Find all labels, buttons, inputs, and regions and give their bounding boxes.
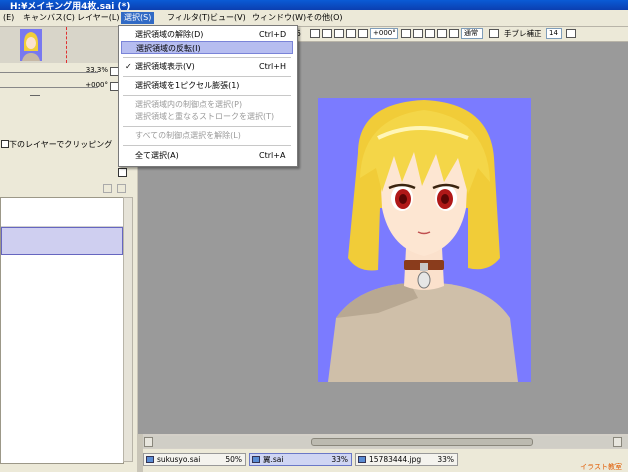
flip-vertical-icon[interactable] (449, 29, 459, 38)
clipping-checkbox[interactable] (1, 140, 9, 148)
menu-view[interactable]: ビュー(V) (207, 12, 249, 24)
horizontal-scrollbar[interactable] (143, 436, 628, 448)
plus-icon[interactable] (334, 29, 344, 38)
menu-window[interactable]: ウィンドウ(W) (249, 12, 309, 24)
rotation-slider[interactable]: +000° (0, 81, 108, 91)
navigator-frame (66, 27, 68, 63)
document-icon (146, 456, 154, 463)
menu-separator (123, 126, 291, 127)
select-menu-dropdown: 選択領域の解除(D) Ctrl+D 選択領域の反転(I) ✓ 選択領域表示(V)… (118, 25, 298, 167)
angle-field[interactable]: +000° (370, 28, 398, 39)
doc-tab[interactable]: 15783444.jpg 33% (355, 453, 458, 466)
doc-tab[interactable]: sukusyo.sai 50% (143, 453, 246, 466)
navigator-thumbnail (20, 29, 42, 61)
artwork (318, 98, 531, 382)
layer-row-selected[interactable] (1, 227, 123, 255)
rotate-right-icon[interactable] (413, 29, 423, 38)
menu-item-invert-selection[interactable]: 選択領域の反転(I) (121, 41, 293, 54)
rotate-left-icon[interactable] (401, 29, 411, 38)
document-icon (252, 456, 260, 463)
document-tab-bar: sukusyo.sai 50% 翼.sai 33% 15783444.jpg 3… (143, 449, 628, 472)
navigator[interactable] (0, 27, 135, 63)
selection-toggle-icon[interactable] (489, 29, 499, 38)
menu-separator (123, 76, 291, 77)
title-bar: H:¥メイキング用4枚.sai (*) (0, 0, 628, 12)
menu-canvas[interactable]: キャンバス(C) (20, 12, 78, 24)
blend-mode-field[interactable]: 通常 (461, 28, 483, 39)
scrollbar-thumb[interactable] (311, 438, 533, 446)
new-layer-icon[interactable] (103, 184, 112, 193)
menu-item-select-all[interactable]: 全て選択(A) Ctrl+A (121, 149, 293, 162)
delete-layer-icon[interactable] (117, 184, 126, 193)
menu-edit[interactable]: (E) (0, 12, 17, 24)
menu-select[interactable]: 選択(S) (121, 12, 155, 24)
menu-item-deselect-control-points[interactable]: すべての制御点選択を解除(L) (121, 129, 293, 142)
menu-item-deselect[interactable]: 選択領域の解除(D) Ctrl+D (121, 28, 293, 41)
menu-separator (123, 95, 291, 96)
flip-icon[interactable] (437, 29, 447, 38)
slider-marker (30, 95, 40, 96)
doc-tab-active[interactable]: 翼.sai 33% (249, 453, 352, 466)
clipping-label: 下のレイヤーでクリッピング (9, 140, 113, 149)
layer-panel-icon[interactable] (118, 168, 127, 177)
menu-item-expand-selection[interactable]: 選択領域を1ピクセル膨張(1) (121, 79, 293, 92)
layer-list[interactable] (0, 197, 124, 464)
menu-layer[interactable]: レイヤー(L) (74, 12, 122, 24)
zoom-slider[interactable]: 33.3% (0, 66, 108, 76)
menu-item-show-selection[interactable]: ✓ 選択領域表示(V) Ctrl+H (121, 60, 293, 73)
menu-bar: (E) キャンバス(C) レイヤー(L) 選択(S) フィルタ(T) ビュー(V… (0, 10, 628, 27)
scroll-left-icon[interactable] (144, 437, 153, 447)
stabilizer-dropdown-icon[interactable] (566, 29, 576, 38)
rotation-value: +000° (85, 81, 108, 89)
menu-item-select-strokes[interactable]: 選択領域と重なるストロークを選択(T) (121, 110, 293, 123)
zoom-value: 33.3% (85, 66, 108, 74)
stabilizer-field[interactable]: 14 (546, 28, 562, 39)
minus-icon[interactable] (322, 29, 332, 38)
layer-scrollbar[interactable] (123, 197, 133, 462)
menu-other[interactable]: その他(O) (303, 12, 346, 24)
menu-separator (123, 145, 291, 146)
reset-zoom-icon[interactable] (358, 29, 368, 38)
menu-filter[interactable]: フィルタ(T) (164, 12, 213, 24)
zoom-out-icon[interactable] (310, 29, 320, 38)
watermark: イラスト教室 (580, 463, 622, 471)
menu-separator (123, 57, 291, 58)
layer-row[interactable] (1, 198, 123, 227)
check-icon: ✓ (125, 62, 132, 71)
stabilizer-label: 手ブレ補正 (504, 29, 542, 38)
rotate-reset-icon[interactable] (425, 29, 435, 38)
clipping-row[interactable]: 下のレイヤーでクリッピング (0, 139, 135, 149)
document-icon (358, 456, 366, 463)
scroll-right-icon[interactable] (613, 437, 622, 447)
zoom-in-icon[interactable] (346, 29, 356, 38)
